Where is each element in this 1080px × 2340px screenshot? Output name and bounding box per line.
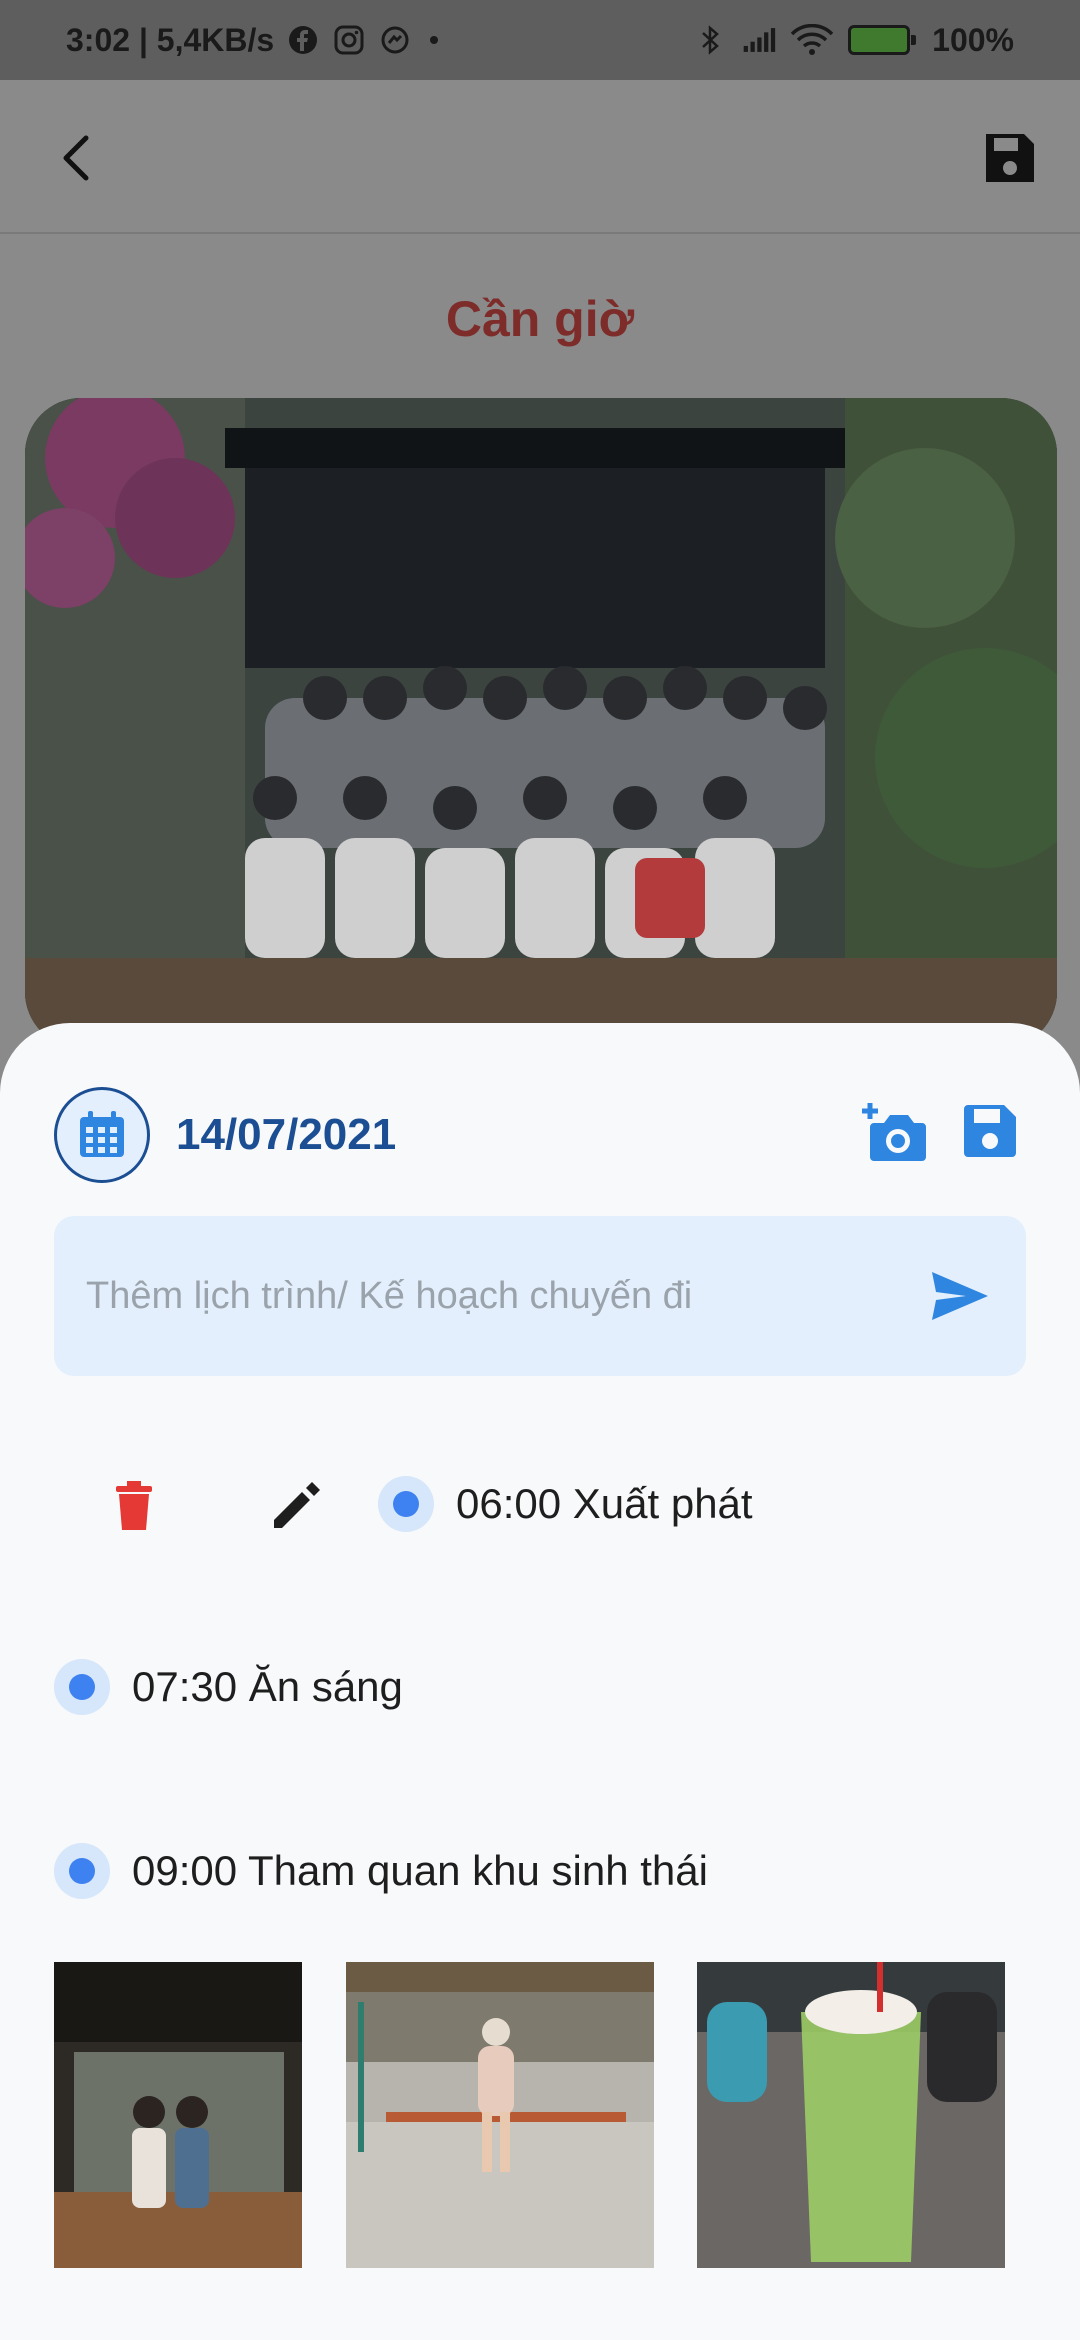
schedule-item[interactable]: 09:00 Tham quan khu sinh thái — [54, 1843, 708, 1899]
photo-thumbnail[interactable] — [346, 1962, 654, 2268]
bullet-icon — [378, 1476, 434, 1532]
date-row: 14/07/2021 — [54, 1087, 1034, 1183]
instagram-icon — [332, 23, 366, 57]
schedule-item-text: 07:30 Ăn sáng — [132, 1663, 403, 1710]
signal-icon — [742, 23, 776, 57]
send-button[interactable] — [926, 1262, 994, 1330]
photo-drink-illustration — [697, 1962, 1005, 2268]
add-photo-button[interactable] — [860, 1101, 928, 1169]
photo-swing-illustration — [346, 1962, 654, 2268]
calendar-icon — [80, 1111, 124, 1157]
trip-title: Cần giờ — [445, 291, 635, 347]
add-photo-icon — [862, 1103, 926, 1161]
group-photo-illustration — [25, 398, 1057, 1048]
status-time-speed: 3:02 | 5,4KB/s — [66, 21, 275, 58]
calendar-button[interactable] — [54, 1087, 150, 1183]
floppy-disk-icon — [964, 1105, 1016, 1157]
photo-gallery — [54, 1962, 1014, 2268]
edit-button[interactable] — [266, 1476, 326, 1536]
schedule-input[interactable] — [86, 1274, 926, 1318]
photo-thumbnail[interactable] — [54, 1962, 302, 2268]
save-trip-button[interactable] — [980, 128, 1040, 188]
back-button[interactable] — [50, 128, 110, 188]
battery-icon — [848, 25, 917, 55]
schedule-input-box — [54, 1216, 1026, 1376]
cover-photo[interactable] — [25, 398, 1057, 1048]
wifi-icon — [790, 23, 834, 57]
save-schedule-button[interactable] — [960, 1101, 1028, 1169]
send-icon — [932, 1272, 988, 1320]
bullet-icon — [54, 1843, 110, 1899]
bluetooth-icon — [694, 23, 728, 57]
schedule-item-text: 09:00 Tham quan khu sinh thái — [132, 1847, 708, 1894]
schedule-item[interactable]: 07:30 Ăn sáng — [54, 1659, 403, 1715]
notification-dot-icon — [430, 36, 439, 44]
messenger-icon — [378, 23, 412, 57]
floppy-disk-icon — [986, 134, 1034, 182]
delete-button[interactable] — [104, 1476, 164, 1536]
schedule-item-text: 06:00 Xuất phát — [456, 1480, 753, 1527]
photo-friends-illustration — [54, 1962, 302, 2268]
facebook-icon — [286, 23, 320, 57]
selected-date: 14/07/2021 — [176, 1110, 397, 1159]
schedule-bottom-sheet: 14/07/2021 06:00 Xuất phát — [0, 1023, 1080, 2340]
status-bar: 3:02 | 5,4KB/s 100% — [0, 0, 1080, 80]
schedule-item[interactable]: 06:00 Xuất phát — [378, 1476, 753, 1532]
back-arrow-icon — [63, 135, 89, 181]
photo-thumbnail[interactable] — [697, 1962, 1005, 2268]
bullet-icon — [54, 1659, 110, 1715]
trash-icon — [116, 1481, 152, 1530]
app-bar — [0, 80, 1080, 234]
battery-percent: 100% — [932, 21, 1014, 58]
pencil-icon — [274, 1482, 320, 1528]
